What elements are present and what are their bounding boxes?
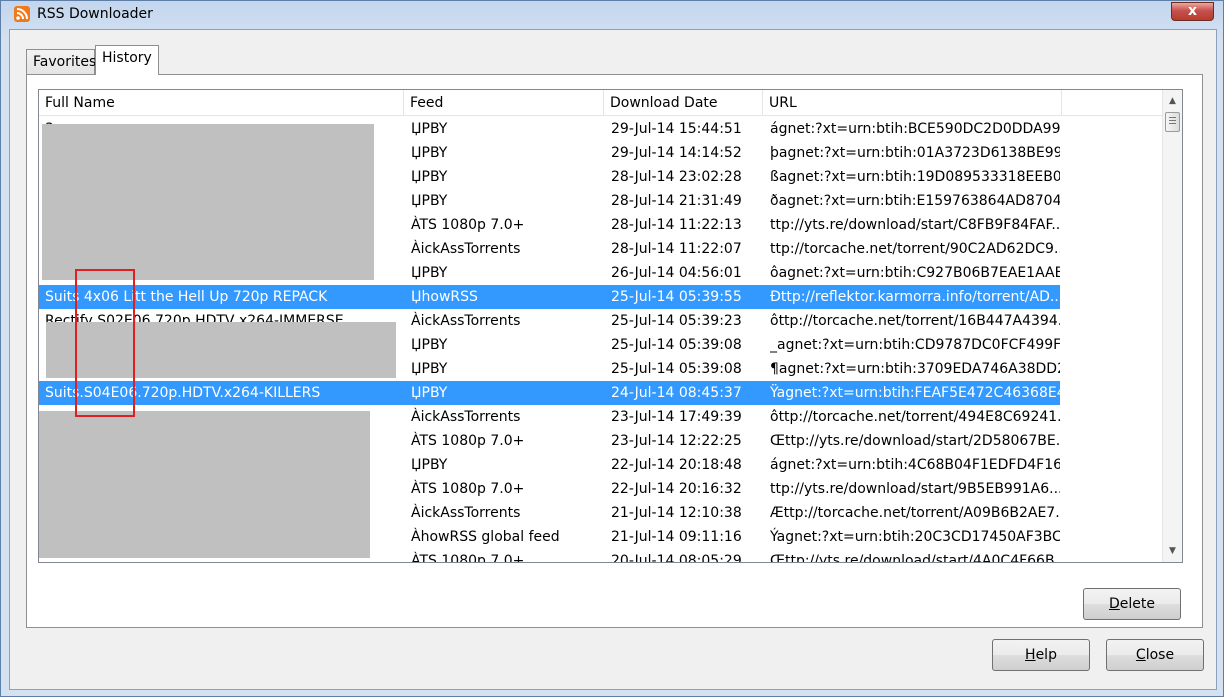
cell-feed: ЏPBY [411, 193, 448, 209]
delete-button[interactable]: Delete [1083, 588, 1181, 620]
table-row[interactable]: Suits 4x06 Litt the Hell Up 720p REPACK Џ… [39, 285, 1060, 309]
redaction-block [39, 411, 370, 558]
cell-url: ôttp://torcache.net/torrent/16B447A4394.… [770, 313, 1060, 329]
cell-url: _agnet:?xt=urn:btih:CD9787DC0FCF499F0... [770, 337, 1060, 353]
cell-url: ðagnet:?xt=urn:btih:E159763864AD87048... [770, 193, 1060, 209]
cell-download-date: 28-Jul-14 23:02:28 [611, 169, 742, 185]
help-label: elp [1035, 647, 1057, 663]
cell-download-date: 25-Jul-14 05:39:08 [611, 361, 742, 377]
cell-feed: ЏPBY [411, 265, 448, 281]
history-panel: Full Name Feed Download Date URL 3-...ЏP… [26, 74, 1203, 628]
cell-url: ágnet:?xt=urn:btih:BCE590DC2D0DDA99... [770, 121, 1060, 137]
cell-download-date: 23-Jul-14 12:22:25 [611, 433, 742, 449]
help-mnemonic: H [1025, 647, 1036, 663]
list-header: Full Name Feed Download Date URL [39, 90, 1162, 116]
cell-feed: ЏPBY [411, 337, 448, 353]
tab-favorites[interactable]: Favorites [26, 49, 96, 76]
cell-feed: ÀickAssTorrents [411, 241, 521, 257]
cell-download-date: 25-Jul-14 05:39:08 [611, 337, 742, 353]
cell-download-date: 23-Jul-14 17:49:39 [611, 409, 742, 425]
cell-url: Ættp://torcache.net/torrent/A09B6B2AE7..… [770, 505, 1060, 521]
cell-url: ágnet:?xt=urn:btih:4C68B04F1EDFD4F16D... [770, 457, 1060, 473]
tab-history[interactable]: History [95, 45, 159, 75]
cell-feed: ЏPBY [411, 385, 448, 401]
cell-url: ¶agnet:?xt=urn:btih:3709EDA746A38DD2... [770, 361, 1060, 377]
cell-url: Ðttp://reflektor.karmorra.info/torrent/A… [770, 289, 1060, 305]
cell-feed: ЏPBY [411, 457, 448, 473]
cell-download-date: 21-Jul-14 12:10:38 [611, 505, 742, 521]
annotation-highlight [75, 269, 135, 417]
dialog-client: Favorites History Full Name Feed Downloa… [9, 29, 1217, 690]
cell-download-date: 25-Jul-14 05:39:23 [611, 313, 742, 329]
scroll-thumb[interactable] [1165, 112, 1180, 132]
cell-download-date: 28-Jul-14 11:22:07 [611, 241, 742, 257]
close-icon[interactable]: x [1171, 2, 1214, 21]
cell-feed: ЏhowRSS [411, 289, 478, 305]
cell-feed: ÀTS 1080p 7.0+ [411, 433, 525, 449]
window-title: RSS Downloader [37, 6, 153, 22]
cell-url: ôttp://torcache.net/torrent/494E8C69241.… [770, 409, 1060, 425]
cell-feed: ЏPBY [411, 169, 448, 185]
column-header-download-date[interactable]: Download Date [604, 90, 763, 116]
column-header-url[interactable]: URL [763, 90, 1062, 116]
rss-icon [14, 6, 30, 22]
cell-url: Ÿagnet:?xt=urn:btih:FEAF5E472C46368E4... [770, 385, 1060, 401]
scroll-down-icon[interactable]: ▼ [1163, 542, 1182, 560]
cell-url: Ýagnet:?xt=urn:btih:20C3CD17450AF3BC8... [770, 529, 1060, 545]
history-list[interactable]: Full Name Feed Download Date URL 3-...ЏP… [38, 89, 1183, 563]
cell-feed: ÀTS 1080p 7.0+ [411, 553, 525, 563]
cell-feed: ÀhowRSS global feed [411, 529, 560, 545]
cell-download-date: 25-Jul-14 05:39:55 [611, 289, 742, 305]
cell-download-date: 28-Jul-14 11:22:13 [611, 217, 742, 233]
cell-download-date: 21-Jul-14 09:11:16 [611, 529, 742, 545]
cell-download-date: 28-Jul-14 21:31:49 [611, 193, 742, 209]
column-header-full-name[interactable]: Full Name [39, 90, 404, 116]
scroll-up-icon[interactable]: ▲ [1163, 92, 1182, 110]
cell-download-date: 22-Jul-14 20:16:32 [611, 481, 742, 497]
cell-download-date: 22-Jul-14 20:18:48 [611, 457, 742, 473]
rss-downloader-window: RSS Downloader x Favorites History Full … [0, 0, 1224, 697]
title-bar[interactable]: RSS Downloader x [1, 1, 1223, 29]
cell-url: ttp://yts.re/download/start/9B5EB991A6..… [770, 481, 1060, 497]
vertical-scrollbar[interactable]: ▲ ▼ [1162, 90, 1182, 562]
cell-url: Œttp://yts.re/download/start/2D58067BE..… [770, 433, 1060, 449]
cell-url: ttp://yts.re/download/start/C8FB9F84FAF.… [770, 217, 1060, 233]
redaction-block [42, 124, 374, 280]
cell-feed: ÀickAssTorrents [411, 313, 521, 329]
close-button[interactable]: Close [1106, 639, 1204, 671]
close-label: lose [1145, 647, 1175, 663]
cell-feed: ЏPBY [411, 361, 448, 377]
delete-mnemonic: D [1109, 596, 1120, 612]
table-row[interactable]: Suits.S04E06.720p.HDTV.x264-KILLERS ЏPBY 2… [39, 381, 1060, 405]
cell-url: ßagnet:?xt=urn:btih:19D089533318EEB0A... [770, 169, 1060, 185]
cell-feed: ЏPBY [411, 145, 448, 161]
column-header-feed[interactable]: Feed [404, 90, 604, 116]
cell-download-date: 26-Jul-14 04:56:01 [611, 265, 742, 281]
cell-url: Œttp://yts.re/download/start/4A0C4F66B..… [770, 553, 1060, 563]
cell-url: þagnet:?xt=urn:btih:01A3723D6138BE99A... [770, 145, 1060, 161]
close-mnemonic: C [1135, 647, 1146, 663]
cell-download-date: 20-Jul-14 08:05:29 [611, 553, 742, 563]
cell-url: ttp://torcache.net/torrent/90C2AD62DC9..… [770, 241, 1060, 257]
help-button[interactable]: Help [992, 639, 1090, 671]
cell-feed: ÀickAssTorrents [411, 409, 521, 425]
cell-feed: ÀTS 1080p 7.0+ [411, 217, 525, 233]
cell-feed: ÀTS 1080p 7.0+ [411, 481, 525, 497]
cell-url: ôagnet:?xt=urn:btih:C927B06B7EAE1AAE... [770, 265, 1060, 281]
delete-label: elete [1119, 596, 1155, 612]
cell-download-date: 29-Jul-14 14:14:52 [611, 145, 742, 161]
cell-download-date: 24-Jul-14 08:45:37 [611, 385, 742, 401]
cell-feed: ЏPBY [411, 121, 448, 137]
cell-feed: ÀickAssTorrents [411, 505, 521, 521]
cell-download-date: 29-Jul-14 15:44:51 [611, 121, 742, 137]
